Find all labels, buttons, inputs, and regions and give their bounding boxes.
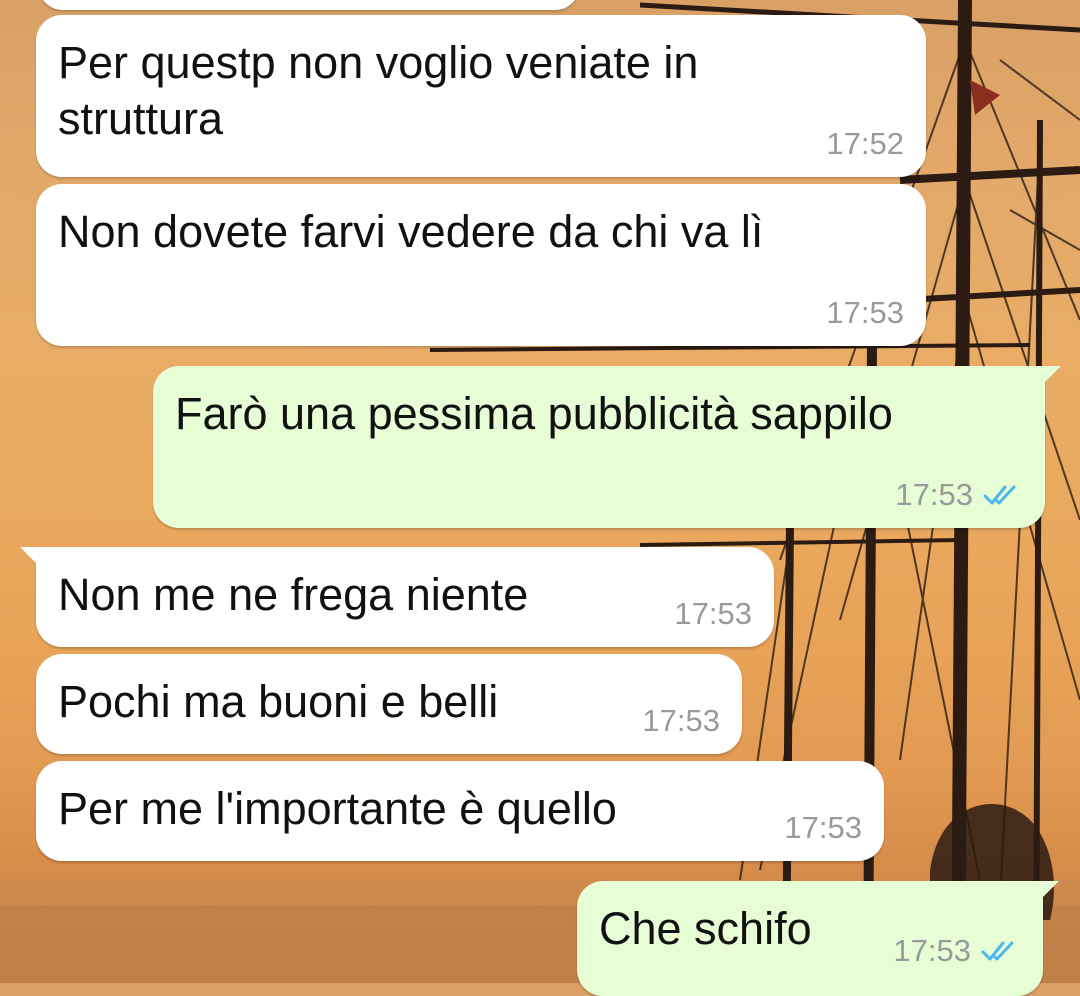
message-timestamp: 17:53 — [784, 810, 862, 845]
message-meta: 17:53 — [893, 934, 1021, 968]
message-text: Non me ne frega niente — [58, 569, 529, 620]
message-timestamp: 17:53 — [642, 703, 720, 738]
message-timestamp: 17:53 — [895, 477, 973, 512]
message-bubble-incoming[interactable]: Per questp non voglio veniate in struttu… — [36, 15, 926, 177]
message-timestamp: 17:53 — [826, 295, 904, 330]
message-timestamp: 17:53 — [893, 933, 971, 968]
message-timestamp: 17:53 — [674, 596, 752, 631]
message-text: Farò una pessima pubblicità sappilo — [175, 388, 893, 439]
double-check-read-icon — [981, 941, 1014, 961]
message-meta: 17:53 — [674, 597, 752, 631]
message-timestamp: 17:52 — [826, 126, 904, 161]
message-meta: 17:53 — [642, 704, 720, 738]
message-meta: 17:53 — [784, 811, 862, 845]
message-text: Per me l'importante è quello — [58, 783, 617, 834]
message-meta: 17:52 — [826, 127, 904, 161]
bubble-tail — [1037, 881, 1059, 903]
message-bubble-incoming[interactable]: Pochi ma buoni e belli 17:53 — [36, 654, 742, 754]
message-bubble-outgoing[interactable]: Farò una pessima pubblicità sappilo 17:5… — [153, 366, 1061, 528]
message-bubble-incoming[interactable]: Non dovete farvi vedere da chi va lì 17:… — [36, 184, 926, 346]
message-bubble-incoming[interactable]: Non me ne frega niente 17:53 — [20, 547, 774, 647]
message-text: Che schifo — [599, 903, 812, 954]
bubble-tail — [20, 547, 42, 569]
message-meta: 17:53 — [826, 296, 904, 330]
partial-message-bubble[interactable] — [38, 0, 580, 10]
message-text: Per questp non voglio veniate in struttu… — [58, 37, 699, 144]
bubble-tail — [1039, 366, 1061, 388]
message-bubble-incoming[interactable]: Per me l'importante è quello 17:53 — [36, 761, 884, 861]
message-meta: 17:53 — [895, 478, 1023, 512]
message-text: Pochi ma buoni e belli — [58, 676, 499, 727]
message-bubble-outgoing[interactable]: Che schifo 17:53 — [577, 881, 1059, 996]
double-check-read-icon — [983, 485, 1016, 505]
message-text: Non dovete farvi vedere da chi va lì — [58, 206, 764, 257]
